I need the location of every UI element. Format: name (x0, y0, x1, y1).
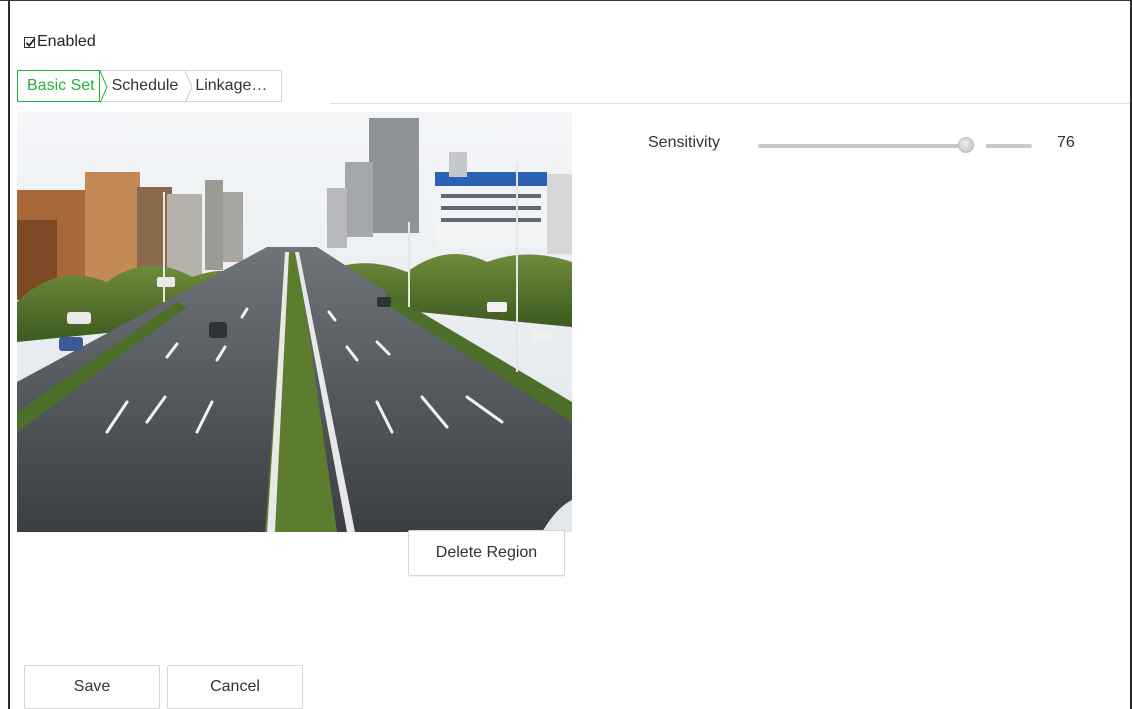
enabled-label: Enabled (37, 33, 96, 50)
sensitivity-value: 76 (1057, 134, 1075, 151)
tab-basic-set-label: Basic Set (27, 77, 95, 94)
enabled-toggle[interactable]: Enabled (24, 33, 96, 51)
save-button[interactable]: Save (24, 665, 160, 709)
delete-region-button[interactable]: Delete Region (408, 530, 565, 576)
video-preview[interactable] (17, 112, 572, 532)
top-border (0, 0, 1131, 1)
slider-track[interactable] (758, 144, 1032, 148)
sensitivity-slider[interactable] (758, 137, 1032, 153)
road-scene-image (17, 112, 572, 532)
tab-separator-arrow (185, 71, 193, 103)
sensitivity-label: Sensitivity (648, 134, 721, 151)
tab-basic-set[interactable]: Basic Set (17, 70, 100, 102)
tab-linkage[interactable]: Linkage… (193, 71, 281, 101)
enabled-checkbox[interactable] (24, 36, 36, 48)
tab-linkage-label: Linkage… (195, 77, 268, 94)
tab-schedule[interactable]: Schedule (108, 71, 186, 101)
cancel-button[interactable]: Cancel (167, 665, 303, 709)
tab-separator-arrow (99, 71, 108, 103)
tab-underline (330, 103, 1130, 104)
check-icon (25, 37, 36, 47)
left-border (8, 0, 10, 709)
motion-detection-panel: Enabled Basic Set Schedule Linkage… Dele… (0, 0, 1132, 709)
tab-schedule-label: Schedule (111, 77, 179, 94)
slider-thumb[interactable] (958, 137, 975, 153)
tab-bar: Basic Set Schedule Linkage… (17, 70, 283, 103)
